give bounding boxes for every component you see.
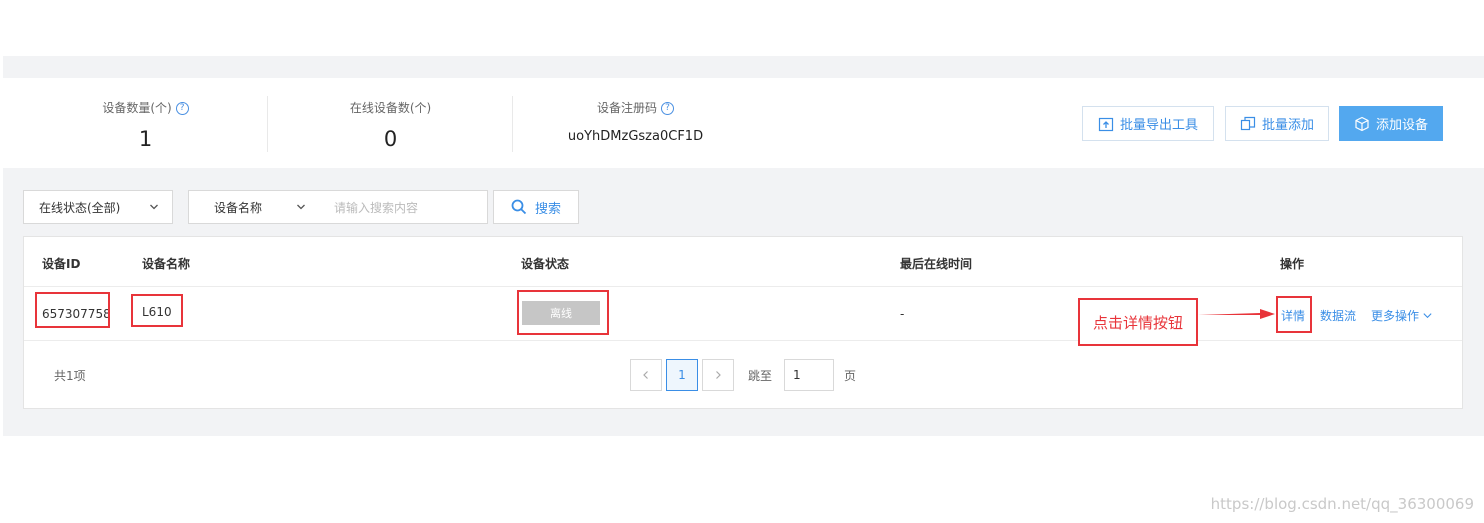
status-filter-select[interactable]: 在线状态(全部) <box>23 190 173 224</box>
cube-icon <box>1355 116 1369 131</box>
chevron-down-icon <box>1423 313 1432 319</box>
column-header-actions: 操作 <box>1280 257 1305 271</box>
search-icon <box>511 199 527 215</box>
stat-online-count: 在线设备数(个) 0 <box>268 78 513 152</box>
search-input[interactable]: 请输入搜索内容 <box>319 190 488 224</box>
search-button[interactable]: 搜索 <box>493 190 579 224</box>
chevron-down-icon <box>150 204 158 210</box>
stat-device-count-label: 设备数量(个) <box>102 101 172 115</box>
chevron-right-icon <box>716 371 721 379</box>
stats-bar: 设备数量(个) ? 1 在线设备数(个) 0 设备注册码 ? uoYhDMzGs… <box>3 78 1484 168</box>
chevron-down-icon <box>297 204 305 210</box>
column-header-name: 设备名称 <box>142 257 191 271</box>
jump-page-input[interactable]: 1 <box>784 359 834 391</box>
bulk-export-button[interactable]: 批量导出工具 <box>1082 106 1214 141</box>
highlight-device-status <box>517 290 609 335</box>
last-online-cell: - <box>900 307 905 321</box>
prev-page-button[interactable] <box>630 359 662 391</box>
stat-register-code: 设备注册码 ? uoYhDMzGsza0CF1D <box>513 78 758 146</box>
datastream-link[interactable]: 数据流 <box>1320 307 1356 324</box>
jump-label: 跳至 <box>748 369 773 383</box>
page-suffix-label: 页 <box>844 369 857 383</box>
bulk-add-button[interactable]: 批量添加 <box>1225 106 1329 141</box>
chevron-left-icon <box>643 371 648 379</box>
column-header-last-online: 最后在线时间 <box>900 257 973 271</box>
row-divider <box>24 340 1462 341</box>
arrow-icon <box>1198 309 1275 319</box>
device-management-page: 设备数量(个) ? 1 在线设备数(个) 0 设备注册码 ? uoYhDMzGs… <box>0 0 1484 523</box>
watermark: https://blog.csdn.net/qq_36300069 <box>1210 495 1474 513</box>
help-icon[interactable]: ? <box>175 101 189 115</box>
total-count: 共1项 <box>54 369 86 383</box>
search-field-select[interactable]: 设备名称 <box>188 190 320 224</box>
next-page-button[interactable] <box>702 359 734 391</box>
column-header-id: 设备ID <box>42 257 81 271</box>
stat-register-code-value: uoYhDMzGsza0CF1D <box>567 129 704 144</box>
help-icon[interactable]: ? <box>661 101 674 115</box>
stat-device-count: 设备数量(个) ? 1 <box>23 78 268 152</box>
stat-online-count-value: 0 <box>383 127 398 151</box>
more-actions-dropdown[interactable]: 更多操作 <box>1371 307 1433 324</box>
stat-device-count-value: 1 <box>138 127 153 151</box>
annotation-callout: 点击详情按钮 <box>1078 298 1198 346</box>
column-header-status: 设备状态 <box>521 257 570 271</box>
copy-icon <box>1240 116 1256 130</box>
add-device-button[interactable]: 添加设备 <box>1339 106 1443 141</box>
row-divider <box>24 286 1462 287</box>
highlight-device-id <box>35 292 110 328</box>
stat-online-count-label: 在线设备数(个) <box>349 101 432 115</box>
upload-icon <box>1098 117 1114 131</box>
stat-register-code-label: 设备注册码 <box>596 101 657 115</box>
page-number-button[interactable]: 1 <box>666 359 698 391</box>
highlight-device-name <box>131 294 183 327</box>
highlight-detail-link <box>1276 296 1312 333</box>
